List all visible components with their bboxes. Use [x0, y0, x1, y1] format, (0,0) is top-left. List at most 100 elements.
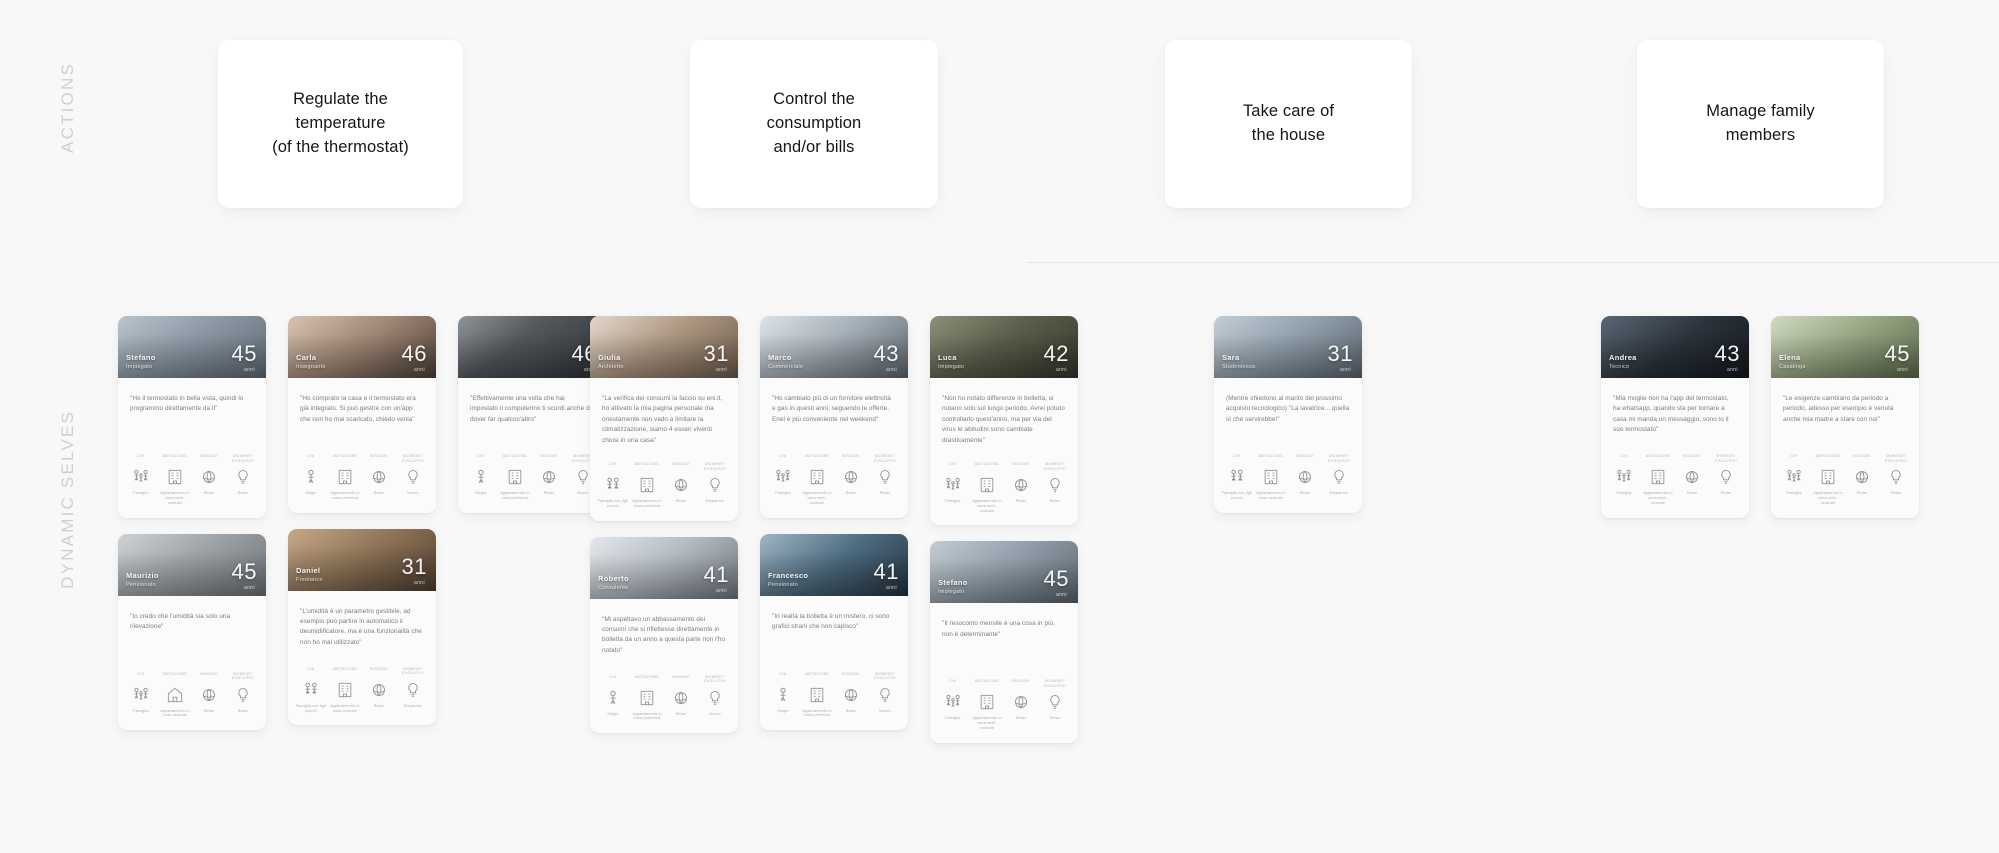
persona-name: Luca: [938, 353, 957, 362]
persona-quote: "Io credo che l'umidità sia solo una ril…: [130, 612, 231, 630]
action-card-regulate-temperature[interactable]: Regulate the temperature (of the thermos…: [218, 40, 463, 208]
persona-card[interactable]: Andrea Tecnico 43 anni "Mia moglie non ha l'…: [1601, 316, 1749, 518]
persona-attribute-header: CHI: [137, 671, 145, 676]
persona-attribute-caption: Relax: [1049, 498, 1061, 503]
persona-card[interactable]: 46anni "Effettivamente una volta che hai …: [458, 316, 606, 513]
persona-attribute: ABITAZIONE Appartamento in zona semi-cent…: [159, 454, 191, 506]
persona-card[interactable]: Roberto Consulente 41 anni "Mi aspettavo un …: [590, 536, 738, 734]
persona-attribute-caption: Nuovo: [879, 708, 891, 713]
persona-photo: Giulia Architetto 31 anni: [590, 316, 738, 378]
persona-attribute-caption: Nuovo: [709, 711, 721, 716]
actions-row: Regulate the temperature (of the thermos…: [0, 40, 1999, 210]
persona-card[interactable]: Francesco Pensionato 41 anni "In realtà la b…: [760, 533, 908, 731]
action-card-label: Manage family members: [1706, 102, 1815, 144]
section-divider: [1026, 262, 1999, 263]
persona-card[interactable]: Marco Commerciale 43 anni "Ho cambiato più d…: [760, 316, 908, 518]
persona-quote: "Il resoconto mensile è una cosa in più,…: [942, 620, 1055, 638]
person-icon: [773, 685, 793, 705]
persona-attribute: CHI Famiglia con figli piccoli: [597, 462, 629, 509]
persona-attribute-caption: Appartamento in zona semi-centrale: [1643, 491, 1673, 505]
persona-attribute-header: CHI: [1233, 454, 1241, 458]
persona-attribute-caption: Relax: [879, 491, 891, 495]
persona-attribute-header: CHI: [949, 679, 957, 684]
persona-column: Sara Studentessa 31 anni (Mentre chiedono al…: [1214, 316, 1362, 513]
persona-attribute-header: BISOGNI: [200, 454, 218, 458]
persona-card[interactable]: Maurizio Pensionato 45 anni "Io credo che l'…: [118, 533, 266, 731]
action-card-take-care-of-house[interactable]: Take care of the house: [1165, 40, 1412, 208]
persona-attribute-caption: Appartamento in zona centrale: [1256, 491, 1286, 500]
persona-attribute: BISOGNI Relax: [835, 454, 867, 506]
building-icon: [505, 467, 525, 487]
persona-quote: "Ho cambiato più di un fornitore elettri…: [772, 395, 891, 423]
persona-attribute-header: BISOGNI: [1296, 454, 1314, 458]
persona-attribute: CHI Single: [767, 672, 799, 719]
persona-age-unit: anni: [715, 587, 727, 594]
action-card-label: Control the consumption and/or bills: [766, 90, 862, 156]
family-icon: [943, 692, 963, 712]
persona-attribute-header: ABITAZIONE: [804, 454, 830, 458]
persona-attribute-header: ABITAZIONE: [1815, 454, 1841, 458]
persona-attribute-caption: Appartamento in zona semi-centrale: [972, 716, 1002, 731]
persona-attribute-caption: Relax: [373, 703, 385, 708]
persona-attribute: MOMENTI EVOLUTIVI Relax: [1710, 454, 1742, 506]
lightbulb-icon: [875, 467, 895, 487]
persona-card-stack: Sara Studentessa 31 anni (Mentre chiedono al…: [1214, 316, 1362, 513]
persona-attribute-header: MOMENTI EVOLUTIVI: [1044, 461, 1066, 471]
persona-age-unit: anni: [715, 367, 727, 373]
persona-photo: Stefano Impiegato 45 anni: [930, 541, 1078, 604]
persona-attribute-caption: Appartamento in zona semi-centrale: [1813, 491, 1843, 505]
persona-attribute-row: CHI Famiglia ABITAZIONE Appartamento in zon…: [1771, 444, 1919, 518]
persona-quote: "Mi aspettavo un abbassamento dei consum…: [602, 615, 726, 654]
comfort-icon: [671, 475, 691, 495]
lightbulb-icon: [1886, 467, 1906, 487]
persona-attribute-header: ABITAZIONE: [634, 461, 660, 466]
persona-card[interactable]: Daniel Freelance 31 anni "L'umidità è un par…: [288, 528, 436, 726]
persona-age: 45: [231, 558, 257, 584]
persona-card[interactable]: Sara Studentessa 31 anni (Mentre chiedono al…: [1214, 316, 1362, 513]
persona-card[interactable]: Stefano Impiegato 45 anni "Il resoconto mens…: [930, 541, 1078, 743]
persona-age-unit: anni: [243, 367, 255, 373]
persona-attribute: BISOGNI Relax: [533, 454, 565, 501]
persona-attribute-header: ABITAZIONE: [502, 454, 528, 458]
persona-role: Tecnico: [1609, 364, 1630, 371]
comfort-icon: [1011, 692, 1031, 712]
persona-attribute-caption: Single: [777, 708, 789, 713]
action-card-manage-family-members[interactable]: Manage family members: [1637, 40, 1884, 208]
persona-card[interactable]: Carla Insegnante 46 anni "Ho comprato la cas…: [288, 316, 436, 513]
persona-attribute: BISOGNI Relax: [1289, 454, 1321, 501]
persona-attribute-caption: Risparmio: [1330, 491, 1348, 495]
persona-photo: Maurizio Pensionato 45 anni: [118, 533, 266, 596]
persona-attribute-row: CHI Famiglia con figli piccoli ABITAZIONE A…: [288, 657, 436, 726]
dynamic-selves-grid: Stefano Impiegato 45 anni "Ho il termostato …: [0, 316, 1999, 826]
couple-icon: [301, 680, 321, 700]
couple-icon: [1227, 467, 1247, 487]
persona-attribute-caption: Relax: [373, 491, 385, 495]
building-icon: [335, 680, 355, 700]
family-icon: [1784, 467, 1804, 487]
lightbulb-icon: [1716, 467, 1736, 487]
persona-card[interactable]: Luca Impiegato 42 anni "Non ho notato differ…: [930, 316, 1078, 526]
persona-card[interactable]: Stefano Impiegato 45 anni "Ho il termostato …: [118, 316, 266, 518]
persona-age-unit: anni: [1055, 367, 1067, 373]
persona-attribute: CHI Famiglia: [937, 462, 969, 514]
persona-quote: "La verifica dei consumi la faccio su en…: [602, 395, 723, 444]
persona-column: Stefano Impiegato 45 anni "Ho il termostato …: [118, 316, 606, 731]
persona-attribute-caption: Single: [305, 491, 317, 495]
persona-attribute-header: BISOGNI: [200, 671, 218, 676]
persona-attribute: ABITAZIONE Appartamento in zona periferic…: [631, 675, 663, 722]
action-card-label: Regulate the temperature (of the thermos…: [272, 90, 409, 156]
action-card-control-consumption[interactable]: Control the consumption and/or bills: [690, 40, 938, 208]
persona-card[interactable]: Giulia Architetto 31 anni "La verifica dei c…: [590, 316, 738, 521]
persona-attribute-caption: Relax: [237, 491, 249, 495]
persona-attribute-header: MOMENTI EVOLUTIVI: [874, 671, 896, 681]
lightbulb-icon: [705, 688, 725, 708]
action-card-label: Take care of the house: [1242, 102, 1335, 144]
persona-attribute-row: CHI Famiglia con figli piccoli ABITAZIONE A…: [590, 452, 738, 521]
persona-photo: Daniel Freelance 31 anni: [288, 528, 436, 591]
persona-attribute: MOMENTI EVOLUTIVI Relax: [869, 454, 901, 506]
comfort-icon: [1682, 467, 1702, 487]
persona-age-unit: anni: [243, 584, 255, 591]
persona-card[interactable]: Elena Casalinga 45 anni "Le esigenze cambian…: [1771, 316, 1919, 518]
persona-photo: Stefano Impiegato 45 anni: [118, 316, 266, 378]
persona-age-unit: anni: [1055, 592, 1067, 599]
